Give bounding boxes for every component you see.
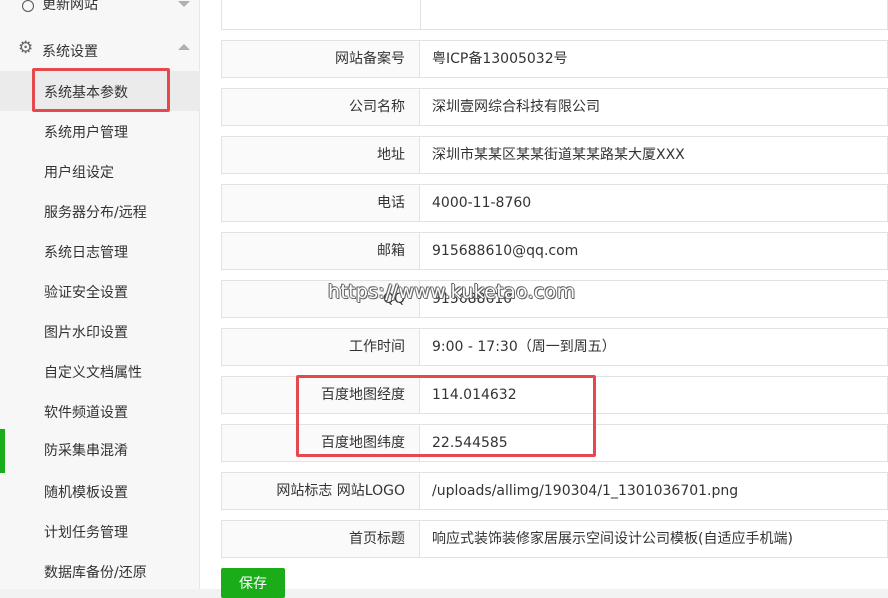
sidebar-item-label: 自定义文档属性	[44, 365, 142, 381]
company-field[interactable]: 深圳壹网综合科技有限公司	[432, 89, 600, 125]
sidebar-item-custom-attributes[interactable]: 自定义文档属性	[0, 351, 200, 391]
email-field[interactable]: 915688610@qq.com	[432, 233, 578, 269]
form-row-longitude: 百度地图经度 114.014632	[221, 376, 888, 414]
form-row-company: 公司名称 深圳壹网综合科技有限公司	[221, 88, 888, 126]
field-label: 网站备案号	[222, 41, 420, 77]
sidebar-item-label: 随机模板设置	[44, 485, 128, 501]
form-row-icp: 网站备案号 粤ICP备13005032号	[221, 40, 888, 78]
longitude-field[interactable]: 114.014632	[432, 377, 517, 413]
sidebar-item-label: 系统基本参数	[44, 85, 128, 101]
gear-icon: ⚙	[18, 38, 34, 58]
sidebar-item-label: 防采集串混淆	[44, 443, 128, 459]
form-row-home-title: 首页标题 响应式装饰装修家居展示空间设计公司模板(自适应手机端)	[221, 520, 888, 558]
row-divider	[420, 0, 421, 29]
sidebar-item-basic-params[interactable]: 系统基本参数	[0, 71, 200, 111]
form-row-logo: 网站标志 网站LOGO /uploads/allimg/190304/1_130…	[221, 472, 888, 510]
sidebar-item-update-site[interactable]: 更新网站	[0, 0, 200, 20]
refresh-icon	[22, 0, 34, 12]
sidebar-item-server-distribution[interactable]: 服务器分布/远程	[0, 191, 200, 231]
sidebar-item-database-backup[interactable]: 数据库备份/还原	[0, 551, 200, 591]
field-label: 工作时间	[222, 329, 420, 365]
sidebar-item-label: 图片水印设置	[44, 325, 128, 341]
watermark-text: https://www.kuketao.com	[328, 281, 576, 303]
work-hours-field[interactable]: 9:00 - 17:30（周一到周五）	[432, 329, 616, 365]
chevron-up-icon	[178, 44, 190, 50]
field-label: 百度地图纬度	[222, 425, 420, 461]
active-indicator	[0, 429, 5, 473]
sidebar-item-random-template[interactable]: 随机模板设置	[0, 471, 200, 511]
sidebar-item-security-settings[interactable]: 验证安全设置	[0, 271, 200, 311]
sidebar-item-label: 更新网站	[42, 0, 98, 13]
field-label: 公司名称	[222, 89, 420, 125]
form-row-address: 地址 深圳市某某区某某街道某某路某大厦XXX	[221, 136, 888, 174]
home-title-field[interactable]: 响应式装饰装修家居展示空间设计公司模板(自适应手机端)	[432, 521, 793, 557]
field-label: 电话	[222, 185, 420, 221]
icp-field[interactable]: 粤ICP备13005032号	[432, 41, 568, 77]
sidebar-item-label: 系统用户管理	[44, 125, 128, 141]
field-label: 首页标题	[222, 521, 420, 557]
sidebar-item-label: 验证安全设置	[44, 285, 128, 301]
sidebar-item-user-management[interactable]: 系统用户管理	[0, 111, 200, 151]
sidebar-item-software-channel[interactable]: 软件频道设置	[0, 391, 200, 431]
phone-field[interactable]: 4000-11-8760	[432, 185, 531, 221]
address-field[interactable]: 深圳市某某区某某街道某某路某大厦XXX	[432, 137, 685, 173]
logo-field[interactable]: /uploads/allimg/190304/1_1301036701.png	[432, 473, 738, 509]
sidebar-item-label: 系统日志管理	[44, 245, 128, 261]
field-label: 网站标志 网站LOGO	[222, 473, 420, 509]
form-row-email: 邮箱 915688610@qq.com	[221, 232, 888, 270]
sidebar: 更新网站 ⚙ 系统设置 系统基本参数 系统用户管理 用户组设定 服务器分布/远程…	[0, 0, 200, 589]
sidebar-item-user-groups[interactable]: 用户组设定	[0, 151, 200, 191]
form-row-partial	[221, 0, 888, 30]
sidebar-item-label: 计划任务管理	[44, 525, 128, 541]
field-label: 百度地图经度	[222, 377, 420, 413]
sidebar-item-label: 数据库备份/还原	[44, 565, 147, 581]
latitude-field[interactable]: 22.544585	[432, 425, 508, 461]
sidebar-item-label: 服务器分布/远程	[44, 205, 147, 221]
sidebar-group-label: 系统设置	[42, 44, 98, 60]
sidebar-item-anti-scrape[interactable]: 防采集串混淆	[0, 429, 200, 473]
form-row-latitude: 百度地图纬度 22.544585	[221, 424, 888, 462]
sidebar-item-label: 用户组设定	[44, 165, 114, 181]
sidebar-item-watermark-settings[interactable]: 图片水印设置	[0, 311, 200, 351]
field-label: 邮箱	[222, 233, 420, 269]
field-label: 地址	[222, 137, 420, 173]
form-row-phone: 电话 4000-11-8760	[221, 184, 888, 222]
sidebar-group-system-settings[interactable]: ⚙ 系统设置	[0, 32, 200, 68]
sidebar-item-scheduled-tasks[interactable]: 计划任务管理	[0, 511, 200, 551]
sidebar-item-label: 软件频道设置	[44, 405, 128, 421]
chevron-down-icon	[178, 1, 190, 7]
form-row-work-hours: 工作时间 9:00 - 17:30（周一到周五）	[221, 328, 888, 366]
sidebar-item-system-logs[interactable]: 系统日志管理	[0, 231, 200, 271]
save-button[interactable]: 保存	[221, 568, 285, 598]
